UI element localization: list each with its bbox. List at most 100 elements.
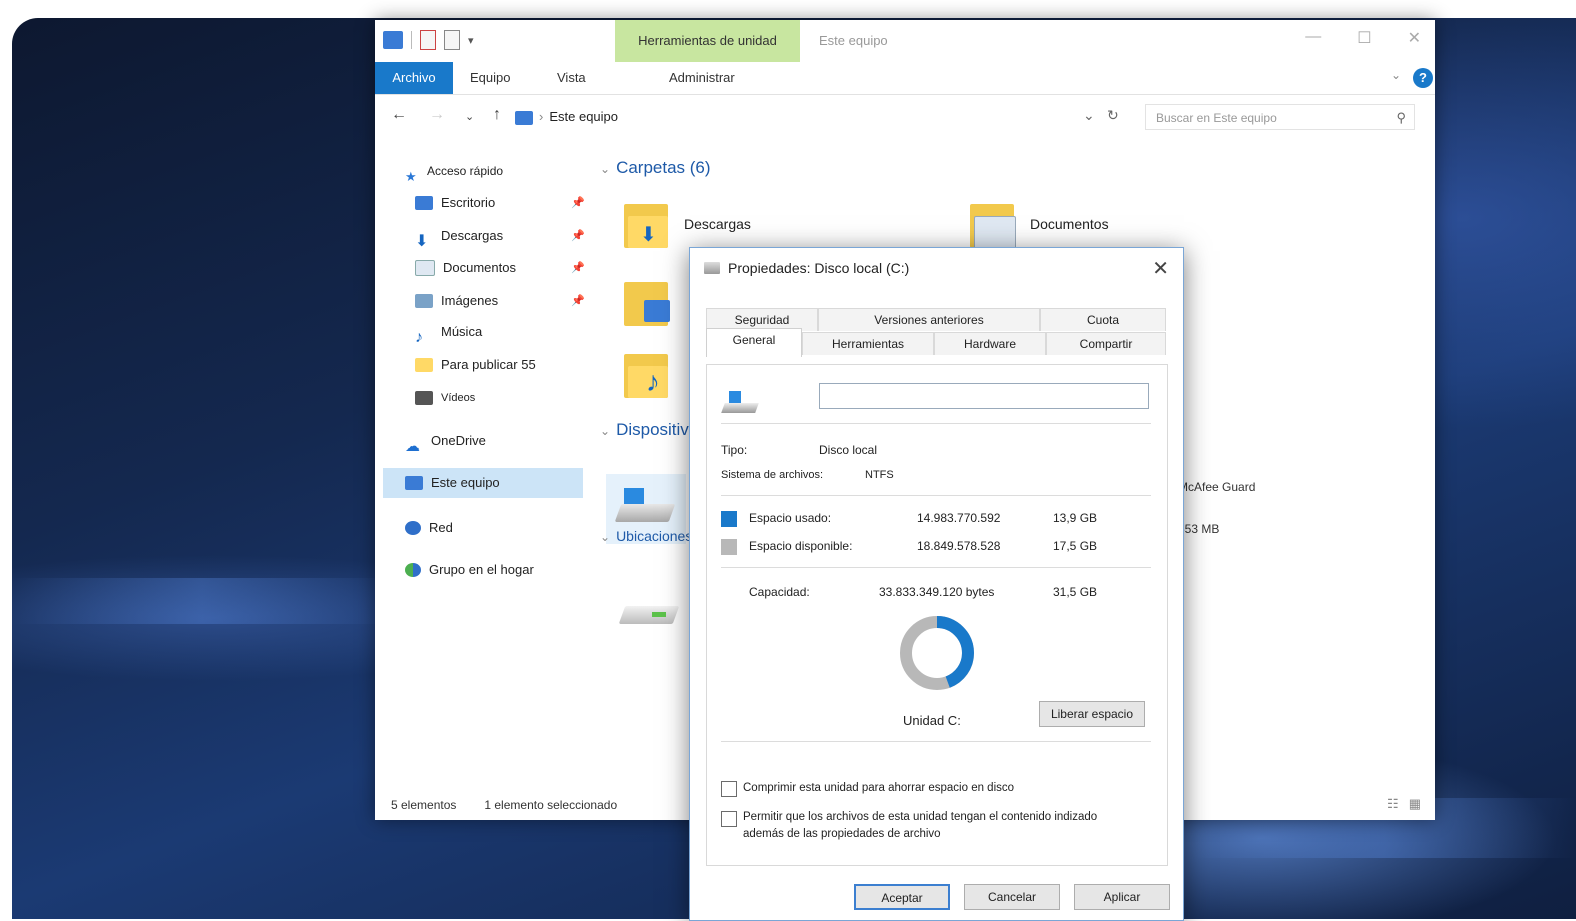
nav-item-label: Música bbox=[441, 324, 483, 339]
close-icon[interactable]: ✕ bbox=[1408, 28, 1421, 48]
properties-icon[interactable] bbox=[420, 30, 436, 50]
nav-item-acceso-rapido[interactable]: ★ Acceso rápido bbox=[405, 158, 503, 184]
desktop-icon bbox=[415, 196, 433, 210]
search-input[interactable]: Buscar en Este equipo ⚲ bbox=[1145, 104, 1415, 130]
address-bar-row: ← → ⌄ ↑ › Este equipo ⌄ ↻ Buscar en Este … bbox=[375, 100, 1435, 134]
tab-archivo[interactable]: Archivo bbox=[375, 62, 453, 94]
divider bbox=[721, 567, 1151, 568]
tab-vista[interactable]: Vista bbox=[557, 62, 586, 94]
back-arrow-icon[interactable]: ← bbox=[391, 106, 407, 124]
search-placeholder: Buscar en Este equipo bbox=[1156, 111, 1277, 125]
large-icons-view-icon[interactable]: ▦ bbox=[1409, 796, 1421, 812]
expand-ribbon-icon[interactable]: ⌄ bbox=[1391, 68, 1401, 82]
pin-icon[interactable]: 📌 bbox=[571, 190, 585, 216]
index-contents-label: Permitir que los archivos de esta unidad… bbox=[743, 811, 1098, 840]
computer-icon bbox=[515, 110, 533, 125]
tab-versiones-anteriores[interactable]: Versiones anteriores bbox=[818, 308, 1040, 331]
address-bar[interactable]: › Este equipo bbox=[515, 105, 1135, 129]
disk-cleanup-button[interactable]: Liberar espacio bbox=[1039, 701, 1145, 727]
nav-item-para-publicar[interactable]: Para publicar 55 bbox=[415, 352, 536, 378]
nav-item-imagenes[interactable]: Imágenes 📌 bbox=[415, 288, 585, 314]
title-bar: ▾ Herramientas de unidad Este equipo — ☐… bbox=[375, 20, 1435, 62]
device-label[interactable]: McAfee Guard bbox=[1178, 480, 1255, 494]
index-contents-checkbox[interactable] bbox=[721, 811, 737, 827]
up-arrow-icon[interactable]: ↑ bbox=[493, 106, 501, 124]
folder-documentos-icon[interactable] bbox=[970, 198, 1016, 250]
window-title: Este equipo bbox=[819, 33, 888, 48]
minimize-icon[interactable]: — bbox=[1305, 28, 1321, 48]
nav-item-label: Imágenes bbox=[441, 293, 499, 308]
tab-administrar[interactable]: Administrar bbox=[669, 62, 735, 94]
nav-item-musica[interactable]: ♪ Música bbox=[415, 319, 483, 346]
videos-icon bbox=[415, 391, 433, 405]
tab-hardware[interactable]: Hardware bbox=[934, 332, 1046, 355]
folder-label[interactable]: Descargas bbox=[684, 216, 751, 232]
search-icon: ⚲ bbox=[1396, 110, 1406, 125]
folder-musica-icon[interactable]: ♪ bbox=[624, 348, 668, 398]
group-title: Carpetas (6) bbox=[616, 158, 711, 177]
forward-arrow-icon[interactable]: → bbox=[429, 106, 445, 124]
nav-item-descargas[interactable]: ⬇ Descargas 📌 bbox=[415, 223, 585, 250]
general-tab-panel: Tipo: Disco local Sistema de archivos: N… bbox=[706, 364, 1168, 866]
recent-locations-icon[interactable]: ⌄ bbox=[465, 110, 474, 123]
customize-toolbar-icon[interactable]: ▾ bbox=[468, 34, 474, 47]
group-header-folders[interactable]: ⌄ Carpetas (6) bbox=[600, 158, 711, 178]
drive-name-input[interactable] bbox=[819, 383, 1149, 409]
folder-icon bbox=[415, 358, 433, 372]
tab-herramientas[interactable]: Herramientas bbox=[802, 332, 934, 355]
type-label: Tipo: bbox=[721, 443, 748, 457]
pin-icon[interactable]: 📌 bbox=[571, 255, 585, 281]
drive-caption: Unidad C: bbox=[903, 713, 961, 728]
compress-drive-checkbox[interactable] bbox=[721, 781, 737, 797]
disk-usage-donut bbox=[900, 616, 974, 690]
tab-general[interactable]: General bbox=[706, 328, 802, 357]
filesystem-label: Sistema de archivos: bbox=[721, 469, 824, 481]
new-folder-icon[interactable] bbox=[444, 30, 460, 50]
close-icon[interactable]: ✕ bbox=[1152, 256, 1169, 281]
tab-compartir[interactable]: Compartir bbox=[1046, 332, 1166, 355]
capacity-label: Capacidad: bbox=[749, 585, 810, 599]
capacity-bytes: 33.833.349.120 bytes bbox=[879, 585, 995, 599]
status-item-count: 5 elementos bbox=[391, 798, 457, 812]
drive-tools-context-tab[interactable]: Herramientas de unidad bbox=[615, 20, 800, 62]
folder-label[interactable]: Documentos bbox=[1030, 216, 1109, 232]
ribbon-tabs: Archivo Equipo Vista Administrar ⌄ ? bbox=[375, 62, 1435, 95]
nav-item-grupo-hogar[interactable]: Grupo en el hogar bbox=[405, 557, 534, 583]
nav-item-red[interactable]: Red bbox=[405, 515, 453, 541]
network-drive-icon[interactable] bbox=[618, 588, 680, 632]
pin-icon[interactable]: 📌 bbox=[571, 288, 585, 314]
collapse-chevron-icon: ⌄ bbox=[600, 424, 611, 438]
folder-escritorio-icon[interactable] bbox=[624, 276, 670, 326]
breadcrumb-chevron-icon: › bbox=[539, 109, 544, 124]
pin-icon[interactable]: 📌 bbox=[571, 223, 585, 249]
nav-item-escritorio[interactable]: Escritorio 📌 bbox=[415, 190, 585, 216]
tab-equipo[interactable]: Equipo bbox=[470, 62, 510, 94]
nav-item-onedrive[interactable]: ☁ OneDrive bbox=[405, 428, 486, 455]
help-icon[interactable]: ? bbox=[1413, 68, 1433, 88]
nav-item-videos[interactable]: Vídeos bbox=[415, 385, 475, 411]
compress-drive-label: Comprimir esta unidad para ahorrar espac… bbox=[743, 782, 1015, 794]
toolbar-separator bbox=[411, 31, 412, 49]
breadcrumb-este-equipo[interactable]: Este equipo bbox=[549, 109, 618, 124]
tab-cuota[interactable]: Cuota bbox=[1040, 308, 1166, 331]
maximize-icon[interactable]: ☐ bbox=[1357, 28, 1371, 48]
ok-button[interactable]: Aceptar bbox=[854, 884, 950, 910]
free-space-gb: 17,5 GB bbox=[1053, 539, 1098, 553]
dialog-title: Propiedades: Disco local (C:) bbox=[728, 260, 910, 276]
refresh-icon[interactable]: ↻ bbox=[1107, 107, 1119, 124]
filesystem-value: NTFS bbox=[865, 469, 894, 481]
pictures-icon bbox=[415, 294, 433, 308]
nav-item-documentos[interactable]: Documentos 📌 bbox=[415, 255, 585, 281]
drive-c-icon[interactable] bbox=[614, 486, 676, 530]
address-dropdown-icon[interactable]: ⌄ bbox=[1083, 107, 1095, 124]
details-view-icon[interactable]: ☷ bbox=[1387, 796, 1399, 812]
used-space-bytes: 14.983.770.592 bbox=[917, 511, 1001, 525]
apply-button[interactable]: Aplicar bbox=[1074, 884, 1170, 910]
view-switcher: ☷ ▦ bbox=[1387, 796, 1421, 812]
nav-item-este-equipo[interactable]: Este equipo bbox=[383, 468, 583, 498]
folder-descargas-icon[interactable]: ⬇ bbox=[624, 198, 668, 248]
quick-access-toolbar: ▾ bbox=[383, 30, 474, 50]
drive-properties-dialog: Propiedades: Disco local (C:) ✕ Segurida… bbox=[689, 247, 1184, 921]
cancel-button[interactable]: Cancelar bbox=[964, 884, 1060, 910]
free-space-bytes: 18.849.578.528 bbox=[917, 539, 1001, 553]
